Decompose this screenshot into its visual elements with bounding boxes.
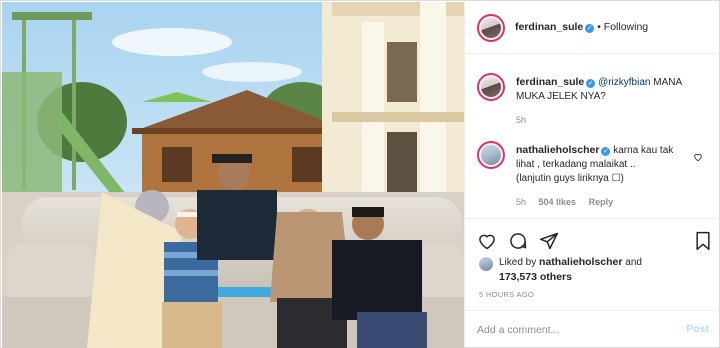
post-photo[interactable] bbox=[2, 2, 464, 348]
header-separator: • bbox=[597, 22, 601, 33]
caption-username[interactable]: ferdinan_sule bbox=[516, 76, 584, 88]
post-actions bbox=[465, 218, 720, 258]
liked-by-conj: and bbox=[625, 257, 642, 268]
comments-area: ferdinan_sule ✓ @rizkyfbian MANA MUKA JEL… bbox=[465, 55, 720, 218]
instagram-post-frame: ferdinan_sule ✓ • Following ferdinan_sule ✓ … bbox=[0, 0, 720, 348]
caption-mention[interactable]: @rizkyfbian bbox=[598, 77, 650, 88]
liked-by-prefix: Liked by bbox=[499, 257, 537, 268]
comment-line1: karna kau tak bbox=[613, 145, 674, 156]
comment-line3: (lanjutin guys liriknya ☐) bbox=[516, 173, 624, 184]
caption-text: ferdinan_sule ✓ @rizkyfbian MANA MUKA JEL… bbox=[516, 75, 712, 104]
verified-badge-icon: ✓ bbox=[601, 147, 611, 156]
add-comment-input[interactable] bbox=[477, 320, 667, 340]
posted-ago[interactable]: 5 HOURS AGO bbox=[479, 290, 534, 299]
verified-badge-icon: ✓ bbox=[586, 79, 596, 88]
comment-time[interactable]: 5h bbox=[516, 197, 526, 207]
liked-by-text: Liked by nathalieholscher and 173,573 ot… bbox=[499, 255, 709, 285]
header-line: ferdinan_sule ✓ • Following bbox=[515, 21, 648, 33]
share-icon[interactable] bbox=[539, 231, 559, 251]
comment-meta: 5h 504 likes Reply bbox=[516, 197, 623, 207]
commenter-avatar[interactable] bbox=[477, 141, 505, 169]
heart-icon[interactable] bbox=[477, 231, 497, 251]
post-header: ferdinan_sule ✓ • Following bbox=[465, 2, 720, 54]
comment-reply[interactable]: Reply bbox=[589, 197, 614, 207]
post-comment-button[interactable]: Post bbox=[686, 323, 709, 335]
liked-by-count[interactable]: 173,573 others bbox=[499, 271, 572, 283]
caption-time[interactable]: 5h bbox=[516, 115, 526, 125]
verified-badge-icon: ✓ bbox=[585, 24, 595, 33]
comment-username[interactable]: nathalieholscher bbox=[516, 144, 599, 156]
author-avatar[interactable] bbox=[477, 14, 505, 42]
follow-status[interactable]: Following bbox=[604, 21, 648, 33]
post-photo-illustration bbox=[2, 2, 464, 348]
bookmark-icon[interactable] bbox=[693, 231, 713, 251]
comment-text: nathalieholscher ✓ karna kau tak lihat , … bbox=[516, 143, 696, 186]
add-comment-bar: Post bbox=[465, 310, 720, 348]
comment-line2: lihat , terkadang malaikat .. bbox=[516, 159, 636, 170]
comment-like-heart-icon[interactable] bbox=[693, 152, 703, 162]
caption-avatar[interactable] bbox=[477, 73, 505, 101]
liked-by-user[interactable]: nathalieholscher bbox=[539, 256, 622, 268]
post-side-panel: ferdinan_sule ✓ • Following ferdinan_sule ✓ … bbox=[464, 2, 720, 348]
header-username[interactable]: ferdinan_sule bbox=[515, 21, 583, 33]
comment-likes[interactable]: 504 likes bbox=[539, 197, 577, 207]
comment-icon[interactable] bbox=[508, 231, 528, 251]
liked-by-avatar[interactable] bbox=[479, 257, 493, 271]
caption-meta: 5h bbox=[516, 115, 536, 125]
